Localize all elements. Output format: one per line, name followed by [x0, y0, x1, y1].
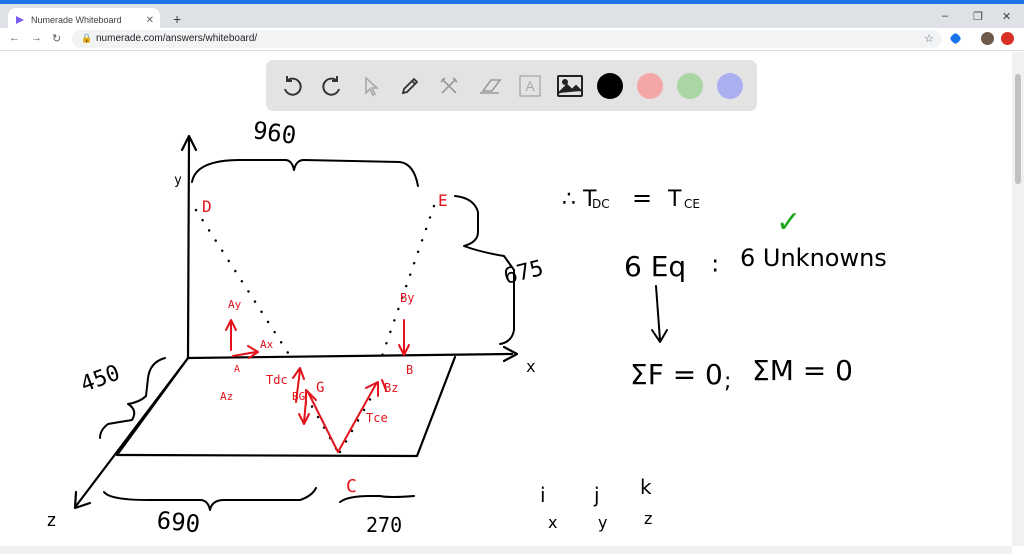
select-icon[interactable]	[355, 70, 387, 102]
coordinate-axes	[73, 134, 519, 510]
image-icon[interactable]	[554, 70, 586, 102]
check-mark: ✓	[776, 205, 801, 240]
whiteboard-toolbar: A	[266, 60, 757, 111]
axis-label-x: x	[526, 357, 536, 376]
back-button[interactable]: ←	[9, 32, 20, 44]
dimension-braces	[99, 159, 515, 511]
dimension-label-270: 270	[366, 513, 402, 537]
url-text: numerade.com/answers/whiteboard/	[96, 33, 258, 44]
note-j: j	[593, 483, 600, 507]
note-sum-f: ΣF = 0	[630, 358, 723, 391]
lock-icon: 🔒	[81, 33, 93, 43]
extension-record-icon[interactable]	[1001, 32, 1014, 45]
minimize-button[interactable]: –	[942, 10, 948, 22]
note-tce-sub: CE	[684, 197, 700, 211]
force-label-by: By	[400, 291, 414, 305]
maximize-button[interactable]: ❐	[973, 10, 983, 23]
color-blue-swatch[interactable]	[714, 70, 746, 102]
dimension-label-960: 960	[251, 116, 298, 150]
tools-icon[interactable]	[433, 70, 465, 102]
color-red-swatch[interactable]	[634, 70, 666, 102]
close-window-button[interactable]: ✕	[1002, 10, 1011, 23]
address-bar[interactable]: 🔒 numerade.com/answers/whiteboard/ ☆	[72, 30, 942, 48]
dimension-label-690: 690	[155, 506, 201, 538]
eraser-icon[interactable]	[474, 70, 506, 102]
color-black-swatch[interactable]	[594, 70, 626, 102]
forward-button[interactable]: →	[31, 32, 42, 44]
force-label-bg: BG	[292, 390, 305, 403]
force-label-bz: Bz	[384, 381, 398, 395]
whiteboard-canvas[interactable]: 960 675 450 690 270 y x z D E C B A G Ay…	[0, 52, 1012, 546]
axis-label-z: z	[46, 510, 57, 531]
tab-close-icon[interactable]: ✕	[146, 15, 154, 26]
note-i: i	[540, 483, 546, 507]
tab-strip: Numerade Whiteboard ✕ + – ❐ ✕	[0, 4, 1024, 32]
vertical-scrollbar[interactable]	[1012, 52, 1024, 546]
text-icon[interactable]: A	[514, 70, 546, 102]
color-green-swatch[interactable]	[674, 70, 706, 102]
note-separator: ∶	[712, 252, 718, 280]
force-label-ay: Ay	[228, 298, 242, 311]
extension-icon[interactable]	[949, 32, 962, 45]
note-x: x	[548, 513, 557, 532]
horizontal-scrollbar[interactable]	[0, 546, 1012, 554]
avatar[interactable]	[981, 32, 994, 45]
scrollbar-thumb[interactable]	[1015, 74, 1021, 184]
browser-toolbar: ← → ↻ 🔒 numerade.com/answers/whiteboard/…	[0, 28, 1024, 51]
numerade-logo-icon	[16, 16, 24, 24]
point-label-b: B	[406, 363, 413, 377]
note-k: k	[640, 475, 652, 499]
redo-icon[interactable]	[316, 70, 348, 102]
note-equals: =	[632, 184, 652, 212]
note-6-unknowns: 6 Unknowns	[740, 244, 887, 272]
force-label-tce: Tce	[366, 411, 388, 425]
force-label-ax: Ax	[260, 338, 274, 351]
point-label-g: G	[316, 380, 324, 396]
note-z: z	[644, 509, 652, 528]
note-6-eq: 6 Eq	[624, 250, 686, 283]
axis-label-y: y	[174, 173, 182, 188]
point-label-e: E	[438, 191, 448, 210]
note-tdc-sub: DC	[592, 197, 610, 211]
dimension-label-450: 450	[78, 361, 124, 398]
note-sum-m: ΣM = 0	[752, 354, 853, 387]
diagram-labels: 960 675 450 690 270 y x z D E C B A G Ay…	[46, 116, 546, 538]
tab-title: Numerade Whiteboard	[31, 15, 122, 25]
reload-button[interactable]: ↻	[52, 32, 61, 45]
arrow-down	[651, 285, 668, 343]
force-label-az: Az	[220, 390, 233, 403]
force-label-tdc: Tdc	[266, 373, 288, 387]
new-tab-button[interactable]: +	[173, 12, 181, 26]
equation-notes: ∴ T DC = T CE ✓ 6 Eq ∶ 6 Unknowns ΣF = 0…	[540, 184, 887, 532]
bookmark-star-icon[interactable]: ☆	[924, 32, 934, 45]
note-tce: T	[667, 187, 682, 212]
pen-icon[interactable]	[394, 70, 426, 102]
note-y: y	[598, 513, 607, 532]
point-label-c: C	[346, 476, 357, 497]
note-semicolon: ;	[724, 369, 731, 394]
text-tool-glyph: A	[525, 78, 535, 94]
point-label-d: D	[202, 197, 212, 216]
undo-icon[interactable]	[276, 70, 308, 102]
point-label-a: A	[234, 364, 240, 375]
